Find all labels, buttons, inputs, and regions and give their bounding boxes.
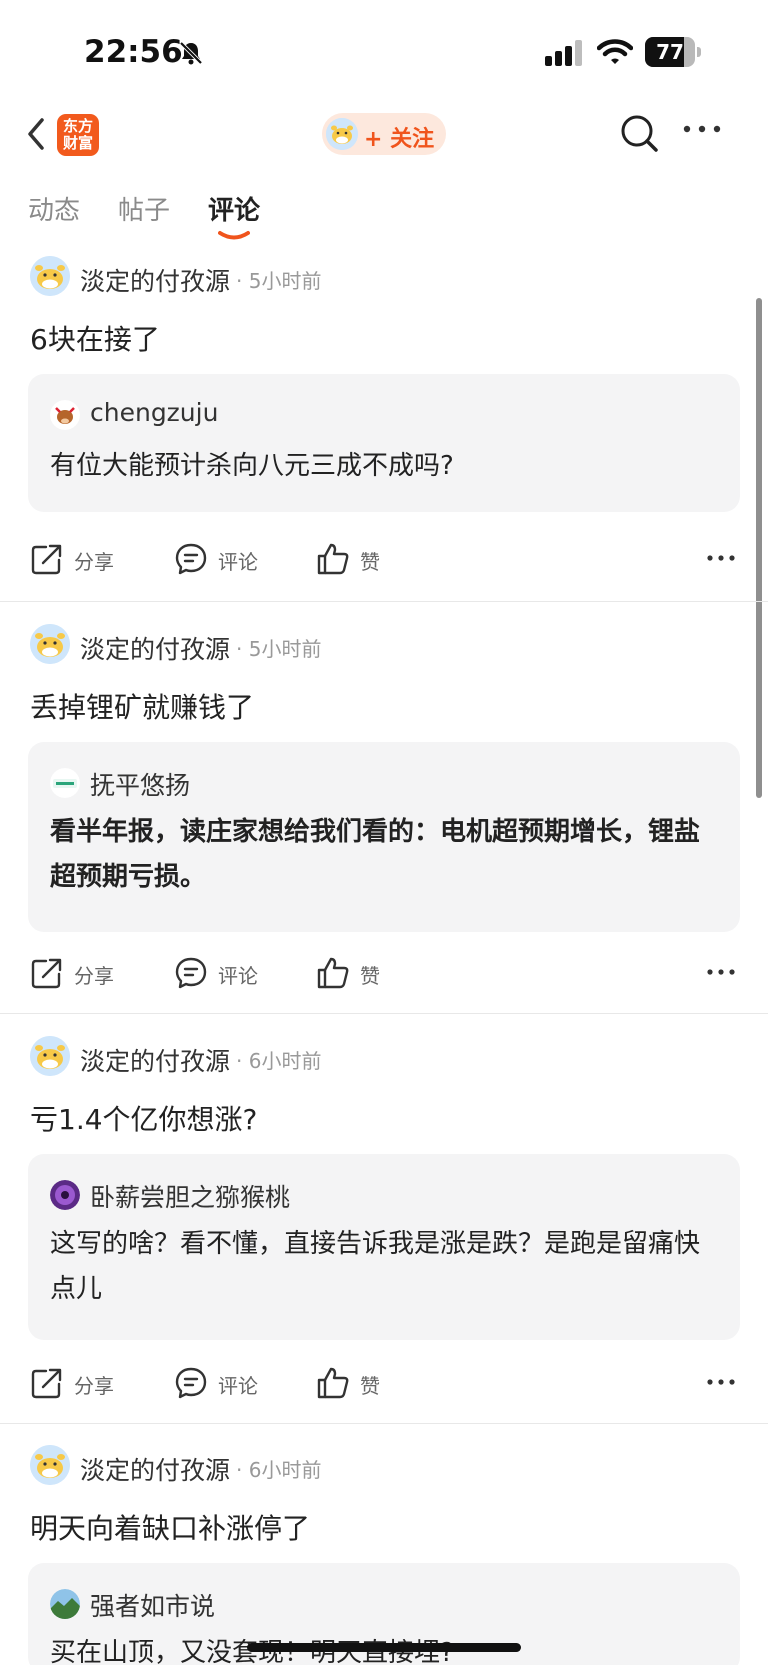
status-bar: 22:56 77 [0, 0, 768, 100]
share-label: 分享 [74, 1374, 114, 1398]
more-options-icon[interactable] [682, 124, 722, 134]
divider [0, 1013, 768, 1014]
scrollbar[interactable] [756, 298, 762, 798]
tab-dynamics[interactable]: 动态 [28, 190, 80, 227]
app-logo[interactable]: 东方 财富 [57, 114, 99, 156]
follow-label: + 关注 [364, 127, 435, 152]
comment-text: 明天向着缺口补涨停了 [30, 1512, 311, 1545]
thumbs-up-icon [317, 1367, 349, 1399]
like-label: 赞 [360, 550, 380, 574]
quoted-username: 强者如市说 [90, 1592, 216, 1621]
comment-icon [175, 543, 207, 575]
quoted-text: 看半年报，读庄家想给我们看的：电机超预期增长，锂盐超预期亏损。 [50, 817, 701, 892]
home-indicator[interactable] [247, 1643, 521, 1652]
action-bar: 分享 评论 赞 [30, 538, 740, 578]
quoted-post[interactable]: chengzuju 有位大能预计杀向八元三成不成吗? [28, 374, 740, 512]
action-bar: 分享 评论 赞 [30, 1362, 740, 1402]
share-label: 分享 [74, 964, 114, 988]
comment-icon [175, 957, 207, 989]
comment-text: 6块在接了 [30, 323, 160, 356]
more-options-icon[interactable] [706, 968, 736, 976]
thumbs-up-icon [317, 543, 349, 575]
back-chevron-icon[interactable] [22, 114, 52, 154]
author-name: 淡定的付孜源 [80, 1456, 231, 1485]
bell-muted-icon [179, 41, 203, 65]
author-row[interactable]: 淡定的付孜源 · 6小时前 [30, 1445, 730, 1487]
flower-avatar-icon [50, 1180, 80, 1210]
more-options-icon[interactable] [706, 1378, 736, 1386]
bull-avatar-icon [50, 400, 80, 430]
search-icon[interactable] [618, 112, 660, 154]
post-time: · 6小时前 [236, 1049, 322, 1073]
comment-label: 评论 [218, 964, 258, 988]
comment-label: 评论 [218, 550, 258, 574]
quoted-text: 这写的啥？看不懂，直接告诉我是涨是跌？是跑是留痛快点儿 [50, 1229, 701, 1304]
share-icon [31, 958, 62, 989]
cow-avatar-icon [30, 624, 70, 664]
share-label: 分享 [74, 550, 114, 574]
comment-icon [175, 1367, 207, 1399]
quoted-username: chengzuju [90, 398, 219, 427]
author-name: 淡定的付孜源 [80, 635, 231, 664]
cow-avatar-icon [30, 1445, 70, 1485]
status-time: 22:56 [84, 34, 183, 70]
quoted-text: 有位大能预计杀向八元三成不成吗? [50, 451, 454, 481]
badge-avatar-icon [50, 768, 80, 798]
profile-tabs: 动态 帖子 评论 [0, 190, 768, 246]
action-bar: 分享 评论 赞 [30, 952, 740, 992]
active-tab-indicator [218, 231, 250, 240]
comment-text: 丢掉锂矿就赚钱了 [30, 691, 255, 724]
author-row[interactable]: 淡定的付孜源 · 5小时前 [30, 256, 730, 298]
cellular-signal-icon [545, 40, 582, 66]
wifi-icon [597, 39, 633, 64]
comment-text: 亏1.4个亿你想涨? [30, 1103, 258, 1136]
author-name: 淡定的付孜源 [80, 1047, 231, 1076]
follow-button[interactable]: + 关注 [322, 113, 446, 155]
author-row[interactable]: 淡定的付孜源 · 6小时前 [30, 1036, 730, 1078]
divider [0, 1423, 768, 1424]
landscape-avatar-icon [50, 1589, 80, 1619]
cow-avatar-icon [326, 118, 358, 150]
cow-avatar-icon [30, 256, 70, 296]
tab-posts[interactable]: 帖子 [118, 190, 170, 227]
thumbs-up-icon [317, 957, 349, 989]
quoted-username: 抚平悠扬 [90, 771, 191, 800]
battery-icon: 77 [645, 37, 701, 67]
cow-avatar-icon [30, 1036, 70, 1076]
battery-level: 77 [656, 40, 684, 64]
post-time: · 5小时前 [236, 637, 322, 661]
quoted-post[interactable]: 抚平悠扬 看半年报，读庄家想给我们看的：电机超预期增长，锂盐超预期亏损。 [28, 742, 740, 932]
like-label: 赞 [360, 1374, 380, 1398]
quoted-username: 卧薪尝胆之猕猴桃 [90, 1183, 291, 1212]
author-name: 淡定的付孜源 [80, 267, 231, 296]
nav-bar: 东方 财富 + 关注 [0, 100, 768, 180]
share-icon [31, 544, 62, 575]
post-time: · 5小时前 [236, 269, 322, 293]
share-icon [31, 1368, 62, 1399]
more-options-icon[interactable] [706, 554, 736, 562]
post-time: · 6小时前 [236, 1458, 322, 1482]
quoted-post[interactable]: 卧薪尝胆之猕猴桃 这写的啥？看不懂，直接告诉我是涨是跌？是跑是留痛快点儿 [28, 1154, 740, 1340]
like-label: 赞 [360, 964, 380, 988]
comment-label: 评论 [218, 1374, 258, 1398]
author-row[interactable]: 淡定的付孜源 · 5小时前 [30, 624, 730, 666]
divider [0, 601, 768, 602]
tab-comments[interactable]: 评论 [208, 190, 260, 227]
